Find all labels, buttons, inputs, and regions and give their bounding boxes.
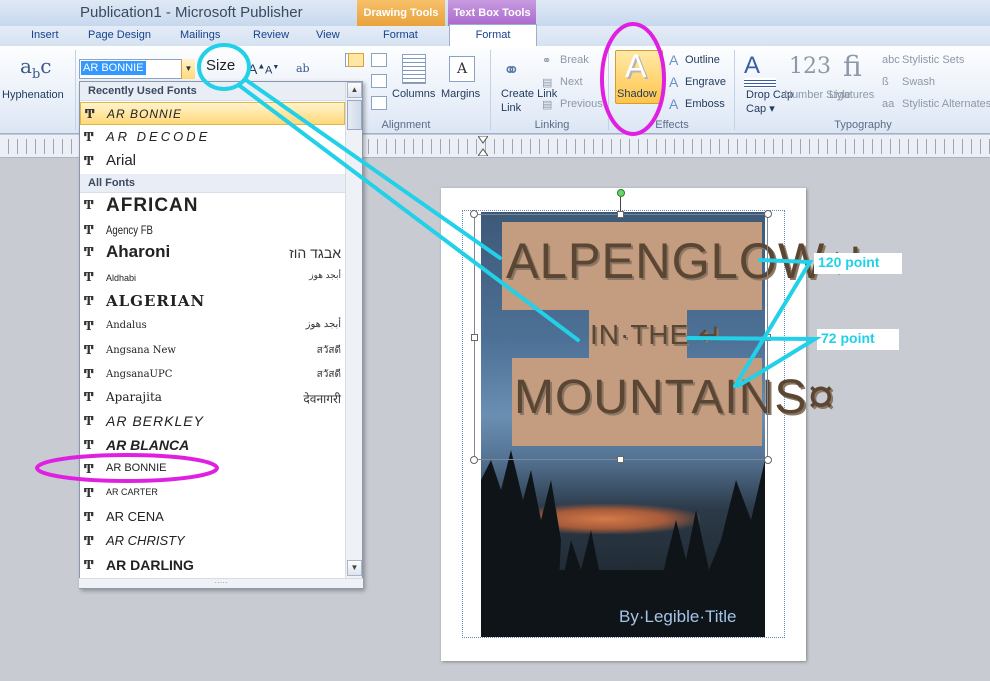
annotation-overlay	[35, 22, 823, 483]
ar-bonnie-highlight-circle	[35, 453, 219, 483]
pointer-line-1	[244, 78, 502, 260]
size-highlight-circle	[197, 43, 251, 91]
shadow-highlight-circle	[600, 22, 666, 136]
pointer-line-2	[238, 84, 580, 342]
